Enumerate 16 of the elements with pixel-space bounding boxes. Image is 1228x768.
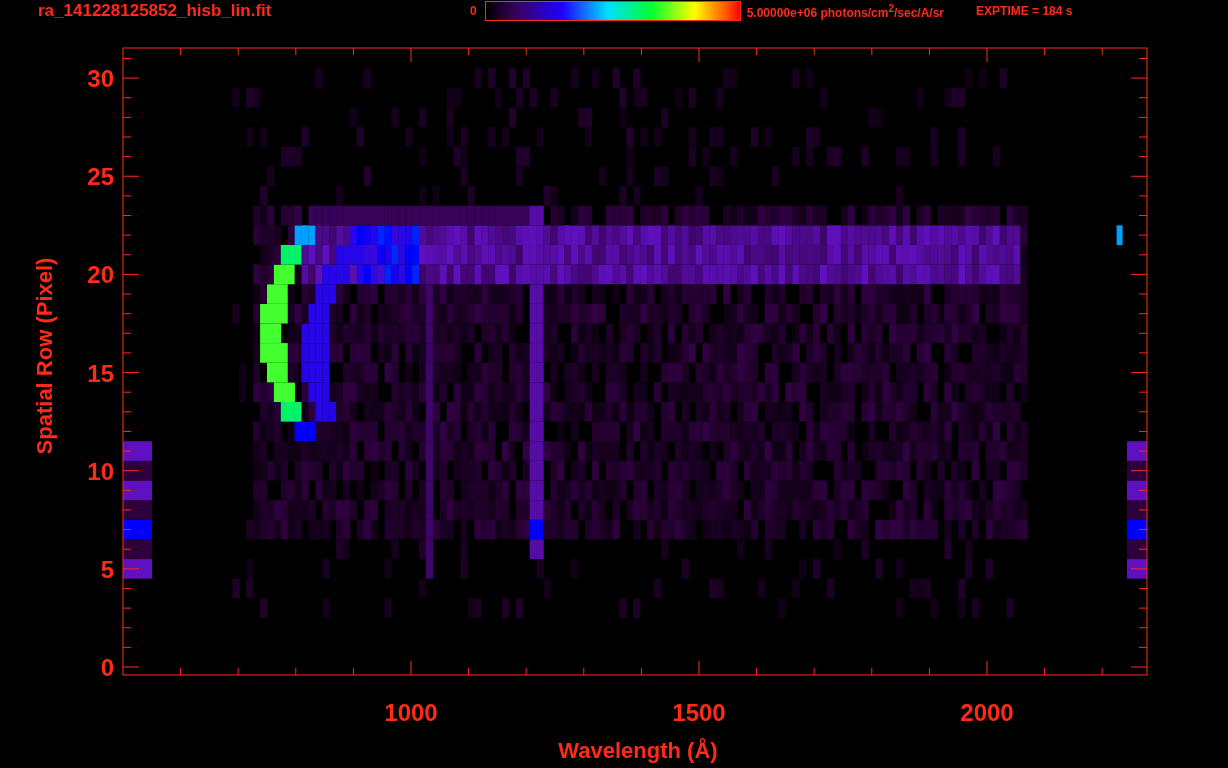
axis-tick-label: 10 [87,457,114,485]
axis-tick-label: 1500 [672,699,726,726]
y-axis-title: Spatial Row (Pixel) [32,257,57,455]
axis-tick-label: 2000 [960,699,1014,726]
axis-tick-label: 1000 [384,699,438,726]
axis-tick-label: 15 [87,359,114,387]
axis-tick-label: 5 [100,555,114,583]
axis-tick-label: 0 [100,654,114,681]
colorbar-min-label: 0 [470,4,477,18]
colorbar-max-label: 5.00000e+06 photons/cm$^{2}$/sec/A/sr [746,2,945,20]
axis-tick-label: 30 [87,65,114,93]
x-axis-title: Wavelength (Å) [558,738,718,763]
exposure-time: EXPTIME = 184 s [976,4,1073,18]
axis-tick-label: 20 [87,261,114,289]
axis-tick-label: 25 [87,163,114,191]
file-title: ra_141228125852_hisb_lin.fit [38,1,273,21]
